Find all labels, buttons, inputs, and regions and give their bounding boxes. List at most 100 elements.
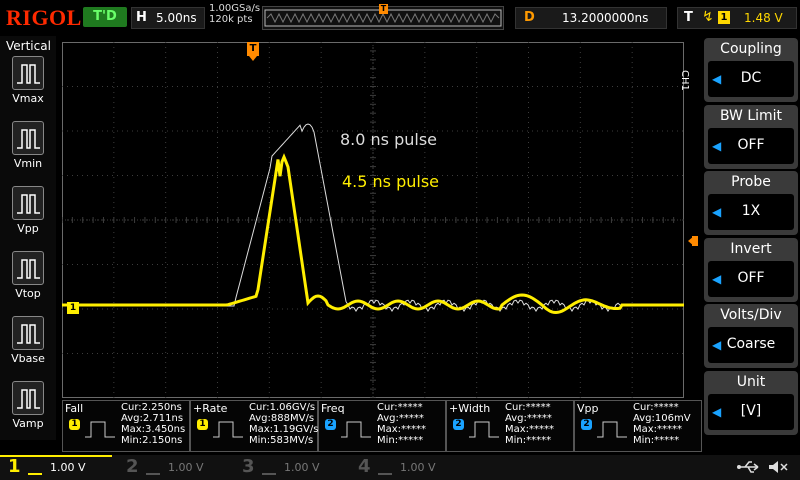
measurement-min: Min:*****: [633, 435, 680, 446]
menu-value: OFF: [737, 136, 765, 153]
channel-4-status[interactable]: 4 1.00 V: [350, 455, 462, 480]
menu-value-box[interactable]: ◀ DC: [708, 61, 794, 97]
measure-label: Vbase: [11, 352, 45, 365]
channel-number: 2: [126, 456, 139, 477]
measurement-type-icon: [597, 421, 627, 438]
measurement-type-icon: [213, 421, 243, 438]
rising-edge-icon: ↯: [702, 9, 714, 25]
menu-value-box[interactable]: ◀ [V]: [708, 393, 794, 430]
measurement-cur: Cur:*****: [633, 402, 679, 413]
measure-label: Vmax: [12, 92, 44, 105]
memory-overview-bar[interactable]: T: [262, 4, 504, 30]
menu-value-box[interactable]: ◀ OFF: [708, 260, 794, 297]
measure-vamp-button[interactable]: [12, 381, 44, 415]
channel-number: 3: [242, 456, 255, 477]
measurement-cur: Cur:*****: [377, 402, 423, 413]
speaker-muted-icon[interactable]: [766, 458, 790, 476]
measurement-channel-badge: 2: [325, 419, 336, 430]
measurement-channel-badge: 2: [581, 419, 592, 430]
measurement-avg: Avg:888MV/s: [249, 413, 315, 424]
measurement-fall[interactable]: Fall 1 Cur:2.250ns Avg:2.711ns Max:3.450ns Mi…: [62, 400, 190, 452]
menu-value-box[interactable]: ◀ OFF: [708, 127, 794, 164]
pulse-measure-icon: [17, 324, 40, 344]
measurement-width[interactable]: +Width 2 Cur:***** Avg:***** Max:***** Min:**…: [446, 400, 574, 452]
trigger-settings[interactable]: T ↯ 1 1.48 V: [677, 7, 797, 29]
menu-coupling[interactable]: Coupling ◀ DC: [704, 38, 798, 102]
trigger-source-badge: 1: [718, 11, 730, 24]
acquisition-info: 1.00GSa/s 120k pts: [209, 3, 260, 25]
usb-icon: [737, 461, 759, 473]
horizontal-timebase[interactable]: H 5.00ns: [131, 7, 205, 29]
menu-title: BW Limit: [719, 107, 783, 124]
measurement-channel-badge: 1: [69, 419, 80, 430]
measurement-type-icon: [341, 421, 371, 438]
menu-value: OFF: [737, 269, 765, 286]
timebase-value: 5.00ns: [156, 11, 197, 25]
measurement-cur: Cur:*****: [505, 402, 551, 413]
menu-title: Coupling: [720, 41, 782, 57]
sample-rate: 1.00GSa/s: [209, 3, 261, 14]
menu-value-box[interactable]: ◀ Coarse: [708, 327, 794, 363]
measurement-name: Vpp: [577, 402, 599, 415]
trigger-position-marker[interactable]: T: [247, 42, 259, 56]
coupling-dc-icon: [28, 461, 42, 475]
measure-label: Vmin: [13, 157, 43, 170]
measurement-max: Max:3.450ns: [121, 424, 186, 435]
measurement-name: +Rate: [193, 402, 228, 415]
trigger-status-badge: T'D: [83, 7, 127, 27]
measurement-rate[interactable]: +Rate 1 Cur:1.06GV/s Avg:888MV/s Max:1.19GV/…: [190, 400, 318, 452]
measurement-channel-badge: 2: [453, 419, 464, 430]
channel-1-status[interactable]: 1 1.00 V: [0, 455, 112, 480]
channel-number: 1: [8, 456, 21, 477]
measure-vmin-button[interactable]: [12, 121, 44, 155]
menu-volts-div[interactable]: Volts/Div ◀ Coarse: [704, 304, 798, 368]
measurement-avg: Avg:2.711ns: [121, 413, 184, 424]
measure-vpp-button[interactable]: [12, 186, 44, 220]
channel-tag: CH1: [679, 70, 690, 91]
measurement-name: Fall: [65, 402, 84, 415]
measurement-min: Min:2.150ns: [121, 435, 183, 446]
menu-probe[interactable]: Probe ◀ 1X: [704, 171, 798, 235]
measurement-name: Freq: [321, 402, 345, 415]
delay-key: D: [524, 10, 535, 25]
menu-bw-limit[interactable]: BW Limit ◀ OFF: [704, 104, 798, 169]
measure-vtop-button[interactable]: [12, 251, 44, 285]
measure-vbase-button[interactable]: [12, 316, 44, 350]
pulse-measure-icon: [17, 64, 40, 84]
measurement-channel-badge: 1: [197, 419, 208, 430]
trigger-level-marker: [692, 236, 698, 246]
measurement-max: Max:1.19GV/s: [249, 424, 319, 435]
menu-value-box[interactable]: ◀ 1X: [708, 194, 794, 230]
trigger-level: 1.48 V: [744, 11, 783, 25]
measurement-max: Max:*****: [633, 424, 683, 435]
memory-depth: 120k pts: [209, 14, 253, 25]
measurement-max: Max:*****: [505, 424, 555, 435]
menu-unit[interactable]: Unit ◀ [V]: [704, 370, 798, 435]
menu-invert[interactable]: Invert ◀ OFF: [704, 237, 798, 302]
measure-vmax-button[interactable]: [12, 56, 44, 90]
measure-label: Vamp: [12, 417, 44, 430]
measurement-cur: Cur:1.06GV/s: [249, 402, 316, 413]
channel-number: 4: [358, 456, 371, 477]
measurement-type-icon: [85, 421, 115, 438]
graticule: [62, 42, 684, 398]
delay-value: 13.2000000ns: [562, 11, 649, 25]
ch1-offset-marker[interactable]: 1: [67, 302, 79, 314]
trigger-delay[interactable]: D 13.2000000ns: [515, 7, 667, 29]
waveform-display[interactable]: 8.0 ns pulse 4.5 ns pulse: [62, 42, 684, 398]
pulse-measure-icon: [17, 194, 40, 214]
measurement-min: Min:583MV/s: [249, 435, 314, 446]
trigger-position-arrow-icon: [249, 56, 257, 61]
measurement-min: Min:*****: [377, 435, 424, 446]
channel-3-status[interactable]: 3 1.00 V: [234, 455, 346, 480]
measurement-avg: Avg:*****: [505, 413, 552, 424]
trigger-key: T: [684, 10, 693, 25]
measurement-type-icon: [469, 421, 499, 438]
measurement-name: +Width: [449, 402, 491, 415]
channel-menu-panel: Coupling ◀ DC BW Limit ◀ OFF Probe ◀ 1X Invert ◀ OF…: [702, 38, 800, 440]
coupling-dc-icon: [146, 461, 160, 475]
measurement-vpp[interactable]: Vpp 2 Cur:***** Avg:106mV Max:***** Min:*****: [574, 400, 702, 452]
channel-status-bar: 1 1.00 V 2 1.00 V 3 1.00 V 4 1.00 V: [0, 455, 800, 480]
channel-2-status[interactable]: 2 1.00 V: [118, 455, 230, 480]
measurement-freq[interactable]: Freq 2 Cur:***** Avg:***** Max:***** Min:****…: [318, 400, 446, 452]
